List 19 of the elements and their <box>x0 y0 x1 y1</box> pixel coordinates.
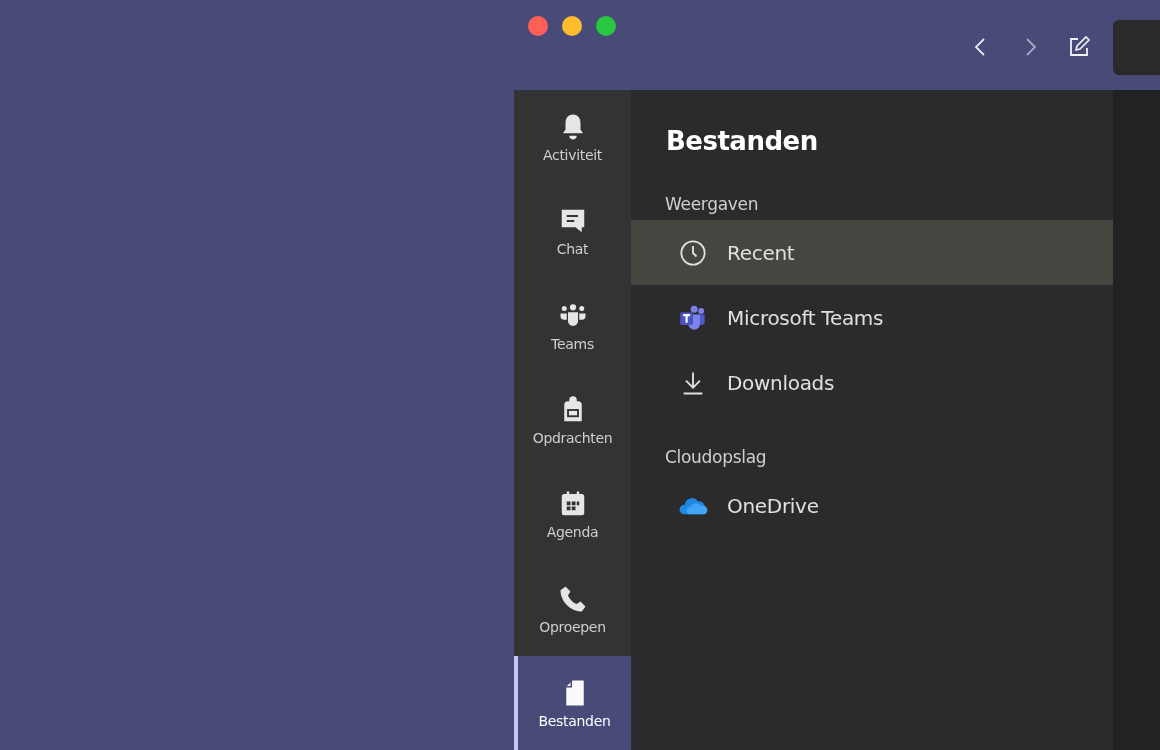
nav-rail-item[interactable]: Activiteit <box>514 90 631 185</box>
files-list-item[interactable]: Recent <box>631 220 1113 285</box>
nav-rail-item[interactable]: Chat <box>514 184 631 279</box>
nav-rail-item[interactable]: Teams <box>514 278 631 373</box>
clock-icon <box>677 238 709 267</box>
files-list-item[interactable]: Microsoft Teams <box>631 285 1113 350</box>
nav-rail-item[interactable]: Oproepen <box>514 561 631 656</box>
files-list-item[interactable]: OneDrive <box>631 473 1113 538</box>
nav-rail-item[interactable]: Bestanden <box>514 655 631 750</box>
close-window-button[interactable] <box>528 16 548 36</box>
minimize-window-button[interactable] <box>562 16 582 36</box>
files-list-item[interactable]: Downloads <box>631 350 1113 415</box>
compose-icon[interactable] <box>1067 35 1091 59</box>
section-heading: Weergaven <box>664 193 760 216</box>
nav-rail-item[interactable]: Agenda <box>514 467 631 562</box>
nav-rail-item[interactable]: Opdrachten <box>514 372 631 468</box>
panel-title: Bestanden <box>665 125 819 158</box>
maximize-window-button[interactable] <box>596 16 616 36</box>
section-heading: Cloudopslag <box>664 446 768 469</box>
